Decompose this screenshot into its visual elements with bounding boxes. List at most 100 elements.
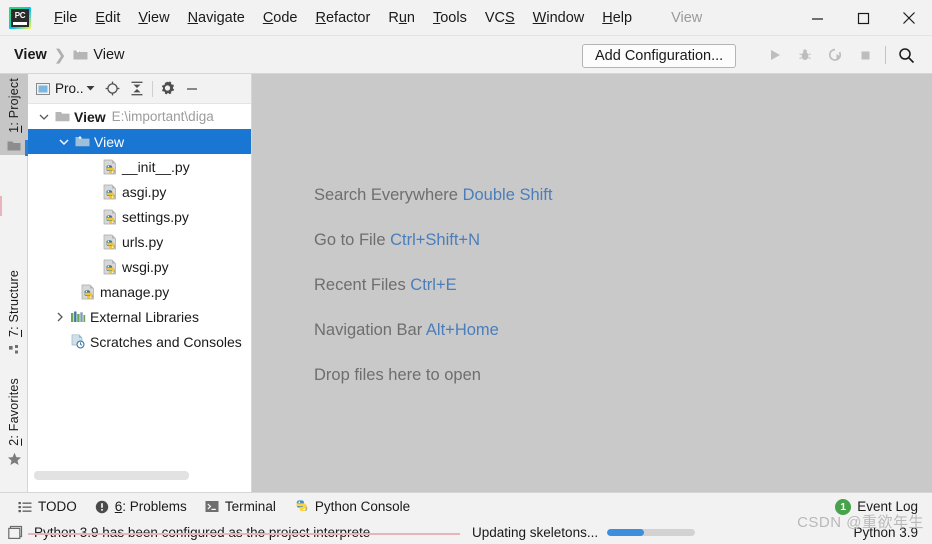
sidebar-item-favorites-label: 2: Favorites — [7, 378, 21, 446]
tree-label: settings.py — [122, 208, 189, 225]
sidebar-item-structure[interactable]: 7: Structure — [0, 266, 28, 359]
menu-vcs[interactable]: VCS — [476, 7, 524, 29]
tree-label: wsgi.py — [122, 258, 169, 275]
tree-row-file[interactable]: urls.py — [28, 229, 251, 254]
tree-row-file[interactable]: __init__.py — [28, 154, 251, 179]
window-title: View — [671, 9, 703, 26]
menu-bar: PC File Edit View Navigate Code Refactor… — [0, 0, 932, 36]
tree-label: manage.py — [100, 283, 170, 300]
python-file-icon — [100, 259, 120, 275]
search-icon[interactable] — [891, 36, 921, 74]
hint-go-to-file: Go to File Ctrl+Shift+N — [314, 231, 552, 250]
hint-search-everywhere: Search Everywhere Double Shift — [314, 186, 552, 205]
add-configuration-button[interactable]: Add Configuration... — [582, 44, 737, 68]
interpreter-status[interactable]: Python 3.9 — [853, 525, 918, 540]
project-view-icon — [36, 82, 50, 95]
chevron-right-icon[interactable] — [52, 304, 68, 329]
close-icon[interactable] — [886, 0, 932, 36]
menu-refactor[interactable]: Refactor — [307, 7, 380, 29]
star-icon — [7, 450, 22, 468]
stop-icon[interactable] — [850, 36, 880, 74]
menu-navigate[interactable]: Navigate — [179, 7, 254, 29]
menu-window[interactable]: Window — [524, 7, 594, 29]
project-tree[interactable]: View E:\important\diga View __init__.py … — [28, 104, 251, 482]
tree-row-external-libraries[interactable]: External Libraries — [28, 304, 251, 329]
tree-row-scratches[interactable]: Scratches and Consoles — [28, 329, 251, 354]
run-icon[interactable] — [760, 36, 790, 74]
tree-label: View — [94, 133, 125, 150]
scrollbar-thumb[interactable] — [34, 471, 189, 480]
terminal-icon — [205, 500, 219, 513]
tree-label: External Libraries — [90, 308, 199, 325]
bottom-tab-label: TODO — [38, 499, 77, 514]
breadcrumb: View ❯ View — [14, 46, 125, 64]
tree-row-module-root[interactable]: View E:\important\diga — [28, 104, 251, 129]
tree-label: asgi.py — [122, 183, 167, 200]
progress-label: Updating skeletons... — [472, 524, 599, 540]
python-file-icon — [100, 184, 120, 200]
hide-panel-icon[interactable] — [180, 77, 204, 101]
menu-edit[interactable]: Edit — [86, 7, 129, 29]
maximize-icon[interactable] — [840, 0, 886, 36]
hint-shortcut: Alt+Home — [425, 321, 499, 339]
tree-row-file[interactable]: settings.py — [28, 204, 251, 229]
progress-bar — [607, 528, 696, 536]
menu-code[interactable]: Code — [254, 7, 307, 29]
tree-label: __init__.py — [122, 158, 190, 175]
bottom-tab-label: Python Console — [314, 499, 411, 514]
hint-recent-files: Recent Files Ctrl+E — [314, 276, 552, 295]
bottom-tab-label: 6: Problems — [114, 499, 187, 514]
bottom-tab-problems[interactable]: 6: Problems — [95, 499, 187, 514]
debug-icon[interactable] — [790, 36, 820, 74]
minimize-icon[interactable] — [794, 0, 840, 36]
todo-list-icon — [18, 501, 32, 513]
panel-tool-divider — [151, 80, 153, 97]
editor-empty-area[interactable]: Search Everywhere Double Shift Go to Fil… — [252, 74, 932, 492]
project-panel-title[interactable]: Pro.. — [36, 81, 95, 96]
menu-help[interactable]: Help — [593, 7, 641, 29]
sidebar-item-structure-label: 7: Structure — [7, 270, 21, 338]
chevron-down-icon[interactable] — [36, 104, 52, 129]
project-tree-horizontal-scrollbar[interactable] — [28, 469, 251, 482]
menu-file[interactable]: File — [45, 7, 86, 29]
chevron-down-icon[interactable] — [56, 129, 72, 154]
editor-hints: Search Everywhere Double Shift Go to Fil… — [314, 186, 552, 411]
settings-gear-icon[interactable] — [156, 77, 180, 101]
menu-tools[interactable]: Tools — [424, 7, 476, 29]
show-tool-windows-icon[interactable] — [8, 525, 24, 540]
select-opened-file-icon[interactable] — [101, 77, 125, 101]
sidebar-item-project[interactable]: 1: Project — [0, 74, 28, 155]
project-panel-title-label: Pro.. — [55, 81, 84, 96]
project-tool-window: Pro.. View E:\important\diga View __init… — [28, 74, 252, 492]
navigation-bar: View ❯ View Add Configuration... — [0, 36, 932, 74]
logo-text: PC — [14, 11, 26, 20]
menu-view[interactable]: View — [129, 7, 178, 29]
libraries-icon — [68, 310, 88, 324]
tree-row-file[interactable]: wsgi.py — [28, 254, 251, 279]
toolbar-divider — [885, 46, 886, 64]
bottom-tab-todo[interactable]: TODO — [18, 499, 77, 514]
tree-row-file[interactable]: asgi.py — [28, 179, 251, 204]
sidebar-item-project-label: 1: Project — [7, 78, 21, 133]
bottom-tab-python-console[interactable]: Python Console — [294, 499, 410, 514]
tree-label: View — [74, 108, 106, 125]
run-toolbar — [760, 36, 921, 74]
collapse-all-icon[interactable] — [125, 77, 149, 101]
pycharm-window: PC File Edit View Navigate Code Refactor… — [0, 0, 932, 544]
tree-label: Scratches and Consoles — [90, 333, 242, 350]
breadcrumb-leaf[interactable]: View — [93, 47, 124, 63]
sidebar-item-favorites[interactable]: 2: Favorites — [0, 374, 28, 468]
python-file-icon — [78, 284, 98, 300]
run-with-coverage-icon[interactable] — [820, 36, 850, 74]
module-folder-icon — [52, 110, 72, 123]
bottom-tab-label: Terminal — [224, 499, 276, 514]
folder-icon — [73, 48, 88, 61]
bottom-tab-terminal[interactable]: Terminal — [205, 499, 276, 514]
event-log-button[interactable]: 1 Event Log — [835, 498, 918, 515]
pycharm-logo-icon: PC — [9, 6, 31, 29]
breadcrumb-root[interactable]: View — [14, 47, 47, 63]
status-bar: Python 3.9 has been configured as the pr… — [0, 520, 932, 544]
tree-row-selected-folder[interactable]: View — [28, 129, 251, 154]
tree-row-file[interactable]: manage.py — [28, 279, 251, 304]
menu-run[interactable]: Run — [379, 7, 424, 29]
